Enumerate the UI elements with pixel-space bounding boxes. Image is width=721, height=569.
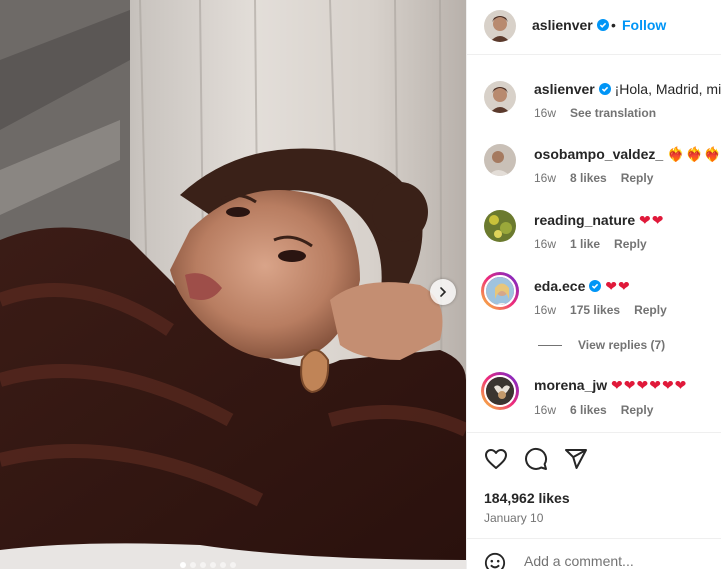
comment-likes[interactable]: 8 likes	[570, 171, 607, 185]
post-photo	[0, 0, 466, 569]
comment-likes[interactable]: 6 likes	[570, 403, 607, 417]
caption-age: 16w	[534, 106, 557, 120]
comment-age: 16w	[534, 171, 557, 185]
heart-icon[interactable]	[484, 447, 508, 471]
verified-badge-icon	[596, 19, 609, 31]
post-actions: 184,962 likes January 10	[467, 432, 721, 569]
comment-item: osobampo_valdez_ ❤️‍🔥❤️‍🔥❤️‍🔥❤️‍🔥 16w 8 l…	[467, 144, 721, 194]
comment-text: ❤❤	[639, 212, 665, 228]
reply-button[interactable]: Reply	[621, 171, 654, 185]
caption-row: aslienver ¡Hola, Madrid, mi a	[534, 81, 721, 97]
comment-username[interactable]: reading_nature	[534, 212, 635, 228]
carousel-indicator	[180, 562, 236, 568]
avatar[interactable]	[484, 81, 516, 113]
comment-username[interactable]: eda.ece	[534, 278, 585, 294]
view-replies-button[interactable]: View replies (7)	[538, 338, 665, 352]
separator-dot: •	[611, 17, 616, 33]
comment-meta: 16w 175 likes Reply	[534, 303, 681, 317]
comment-row: osobampo_valdez_ ❤️‍🔥❤️‍🔥❤️‍🔥❤️‍🔥	[534, 146, 721, 163]
comment-item: reading_nature ❤❤ 16w 1 like Reply	[467, 210, 721, 260]
caption-meta: 16w See translation	[534, 106, 670, 120]
carousel-dot	[180, 562, 186, 568]
comment-meta: 16w 8 likes Reply	[534, 171, 667, 185]
reply-button[interactable]: Reply	[634, 303, 667, 317]
post-header: aslienver • Follow	[467, 0, 721, 55]
verified-badge-icon	[589, 280, 602, 292]
carousel-dot	[220, 562, 226, 568]
comment-text: ❤❤❤❤❤❤	[611, 377, 688, 393]
comment-username[interactable]: morena_jw	[534, 377, 607, 393]
caption-text: ¡Hola, Madrid, mi a	[614, 81, 721, 97]
reply-button[interactable]: Reply	[614, 237, 647, 251]
share-icon[interactable]	[564, 447, 588, 471]
post-caption: aslienver ¡Hola, Madrid, mi a 16w See tra…	[467, 78, 721, 128]
post-date: January 10	[484, 511, 544, 525]
avatar[interactable]	[484, 210, 516, 242]
replies-divider	[538, 344, 562, 346]
comment-username[interactable]: osobampo_valdez_	[534, 146, 663, 162]
header-username[interactable]: aslienver	[532, 17, 609, 33]
follow-button[interactable]: Follow	[622, 17, 666, 33]
comment-likes[interactable]: 175 likes	[570, 303, 620, 317]
next-photo-button[interactable]	[430, 279, 456, 305]
comment-meta: 16w 1 like Reply	[534, 237, 661, 251]
add-comment-bar	[467, 538, 721, 569]
comment-age: 16w	[534, 237, 557, 251]
comment-meta: 16w 6 likes Reply	[534, 403, 667, 417]
post-media	[0, 0, 466, 569]
comment-input[interactable]	[524, 553, 704, 569]
reply-button[interactable]: Reply	[621, 403, 654, 417]
comment-text: ❤❤	[605, 278, 631, 294]
caption-username[interactable]: aslienver	[534, 81, 595, 97]
see-translation-link[interactable]: See translation	[570, 106, 656, 120]
avatar[interactable]	[484, 275, 516, 307]
likes-count[interactable]: 184,962 likes	[484, 490, 570, 506]
avatar[interactable]	[484, 10, 516, 42]
view-replies-label: View replies (7)	[578, 338, 666, 352]
avatar[interactable]	[484, 144, 516, 176]
comment-icon[interactable]	[524, 447, 548, 471]
avatar[interactable]	[484, 375, 516, 407]
comment-likes[interactable]: 1 like	[570, 237, 600, 251]
carousel-dot	[190, 562, 196, 568]
carousel-dot	[210, 562, 216, 568]
comment-row: reading_nature ❤❤	[534, 212, 665, 229]
comment-age: 16w	[534, 303, 557, 317]
comment-item: morena_jw ❤❤❤❤❤❤ 16w 6 likes Reply	[467, 372, 721, 422]
verified-badge-icon	[598, 83, 611, 95]
comment-age: 16w	[534, 403, 557, 417]
carousel-dot	[200, 562, 206, 568]
chevron-right-icon	[440, 287, 447, 297]
comment-row: morena_jw ❤❤❤❤❤❤	[534, 377, 687, 394]
comment-row: eda.ece ❤❤	[534, 278, 631, 295]
post-sidebar: aslienver • Follow aslienver ¡Hola, Madr…	[466, 0, 721, 569]
emoji-icon[interactable]	[484, 552, 506, 569]
comment-text: ❤️‍🔥❤️‍🔥❤️‍🔥❤️‍🔥	[667, 146, 721, 162]
carousel-dot	[230, 562, 236, 568]
